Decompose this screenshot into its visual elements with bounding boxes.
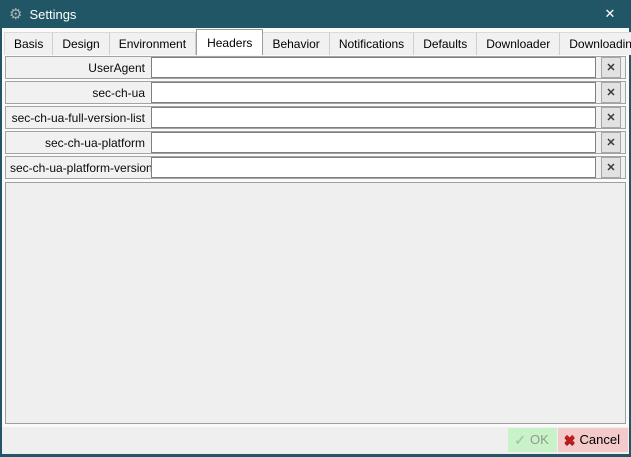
- header-row-sec-ch-ua-platform: sec-ch-ua-platform ✕: [5, 131, 626, 154]
- tab-behavior[interactable]: Behavior: [263, 32, 329, 55]
- clear-x-icon: ✕: [606, 111, 615, 124]
- field-label: sec-ch-ua-platform-version: [10, 161, 151, 175]
- tab-notifications[interactable]: Notifications: [330, 32, 414, 55]
- header-row-sec-ch-ua-platform-version: sec-ch-ua-platform-version ✕: [5, 156, 626, 179]
- gear-icon: ⚙: [9, 7, 22, 22]
- field-label: sec-ch-ua-platform: [10, 136, 151, 150]
- sec-ch-ua-platform-version-input[interactable]: [151, 157, 596, 178]
- title-bar: ⚙ Settings ✕: [0, 0, 631, 28]
- clear-sec-ch-ua-platform-version-button[interactable]: ✕: [601, 157, 621, 178]
- clear-x-icon: ✕: [606, 161, 615, 174]
- ok-button[interactable]: ✓ OK: [508, 428, 557, 452]
- tab-defaults[interactable]: Defaults: [414, 32, 477, 55]
- sec-ch-ua-platform-input[interactable]: [151, 132, 596, 153]
- tab-downloader[interactable]: Downloader: [477, 32, 560, 55]
- check-icon: ✓: [514, 433, 526, 447]
- field-label: sec-ch-ua: [10, 86, 151, 100]
- cancel-button[interactable]: ✖ Cancel: [558, 428, 628, 452]
- header-row-useragent: UserAgent ✕: [5, 56, 626, 79]
- window-title: Settings: [29, 7, 76, 22]
- dialog-footer: ✓ OK ✖ Cancel: [2, 427, 629, 454]
- close-icon[interactable]: ✕: [597, 2, 623, 26]
- clear-x-icon: ✕: [606, 61, 615, 74]
- tab-environment[interactable]: Environment: [110, 32, 196, 55]
- ok-button-label: OK: [530, 432, 549, 447]
- tab-design[interactable]: Design: [53, 32, 109, 55]
- tab-downloading[interactable]: Downloading: [560, 32, 631, 55]
- header-row-sec-ch-ua-full-version-list: sec-ch-ua-full-version-list ✕: [5, 106, 626, 129]
- clear-sec-ch-ua-full-version-list-button[interactable]: ✕: [601, 107, 621, 128]
- clear-sec-ch-ua-button[interactable]: ✕: [601, 82, 621, 103]
- sec-ch-ua-full-version-list-input[interactable]: [151, 107, 596, 128]
- useragent-input[interactable]: [151, 57, 596, 78]
- settings-window: ⚙ Settings ✕ BasisDesignEnvironmentHeade…: [0, 0, 631, 457]
- cancel-button-label: Cancel: [580, 432, 620, 447]
- sec-ch-ua-input[interactable]: [151, 82, 596, 103]
- field-label: sec-ch-ua-full-version-list: [10, 111, 151, 125]
- tab-basis[interactable]: Basis: [4, 32, 53, 55]
- field-label: UserAgent: [10, 61, 151, 75]
- clear-x-icon: ✕: [606, 136, 615, 149]
- tab-headers[interactable]: Headers: [196, 29, 263, 55]
- settings-tab-bar: BasisDesignEnvironmentHeadersBehaviorNot…: [2, 28, 629, 55]
- header-row-sec-ch-ua: sec-ch-ua ✕: [5, 81, 626, 104]
- empty-headers-panel: [5, 182, 626, 424]
- clear-x-icon: ✕: [606, 86, 615, 99]
- headers-tab-content: UserAgent✕sec-ch-ua✕sec-ch-ua-full-versi…: [2, 55, 629, 427]
- x-icon: ✖: [564, 433, 576, 447]
- clear-useragent-button[interactable]: ✕: [601, 57, 621, 78]
- header-fields: UserAgent✕sec-ch-ua✕sec-ch-ua-full-versi…: [5, 56, 626, 181]
- clear-sec-ch-ua-platform-button[interactable]: ✕: [601, 132, 621, 153]
